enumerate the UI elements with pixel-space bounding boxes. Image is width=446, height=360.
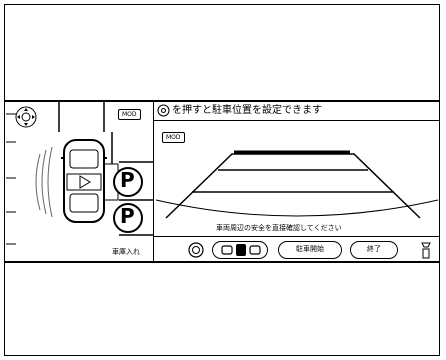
- top-view-panel: P P MOD 車庫入れ: [4, 102, 154, 261]
- safety-caution: 車両周辺の安全を直接確認してください: [214, 223, 344, 233]
- rear-guide-lines: [155, 150, 439, 219]
- settings-icon[interactable]: [188, 242, 204, 258]
- view-switch-icon[interactable]: [15, 106, 37, 128]
- parking-assist-icon: [157, 104, 170, 117]
- parking-assist-button[interactable]: [212, 241, 268, 259]
- vehicle-icon: [61, 139, 107, 223]
- action-toolbar: 駐車開始 終了: [154, 236, 440, 262]
- motion-arcs: [35, 146, 53, 218]
- rear-camera-panel: を押すと駐車位置を設定できます MOD 車両周辺の安全を直接確認してください 駐…: [154, 102, 440, 261]
- parking-assist-screen: P P MOD 車庫入れ を押すと駐車位置を設定できます MOD 車両周辺の安全…: [4, 100, 440, 263]
- end-button[interactable]: 終了: [350, 241, 398, 259]
- parking-p-label-2: P: [120, 204, 135, 228]
- mode-label: 車庫入れ: [112, 248, 140, 256]
- instruction-text: を押すと駐車位置を設定できます: [172, 105, 322, 116]
- parking-p-label-1: P: [120, 168, 135, 192]
- side-ruler: [6, 113, 16, 245]
- parking-assist-icon: [221, 244, 261, 256]
- mod-badge-left: MOD: [118, 109, 141, 120]
- vehicle-status-icon: [421, 242, 431, 259]
- instruction-bar: を押すと駐車位置を設定できます: [154, 102, 440, 121]
- start-parking-button[interactable]: 駐車開始: [278, 241, 342, 259]
